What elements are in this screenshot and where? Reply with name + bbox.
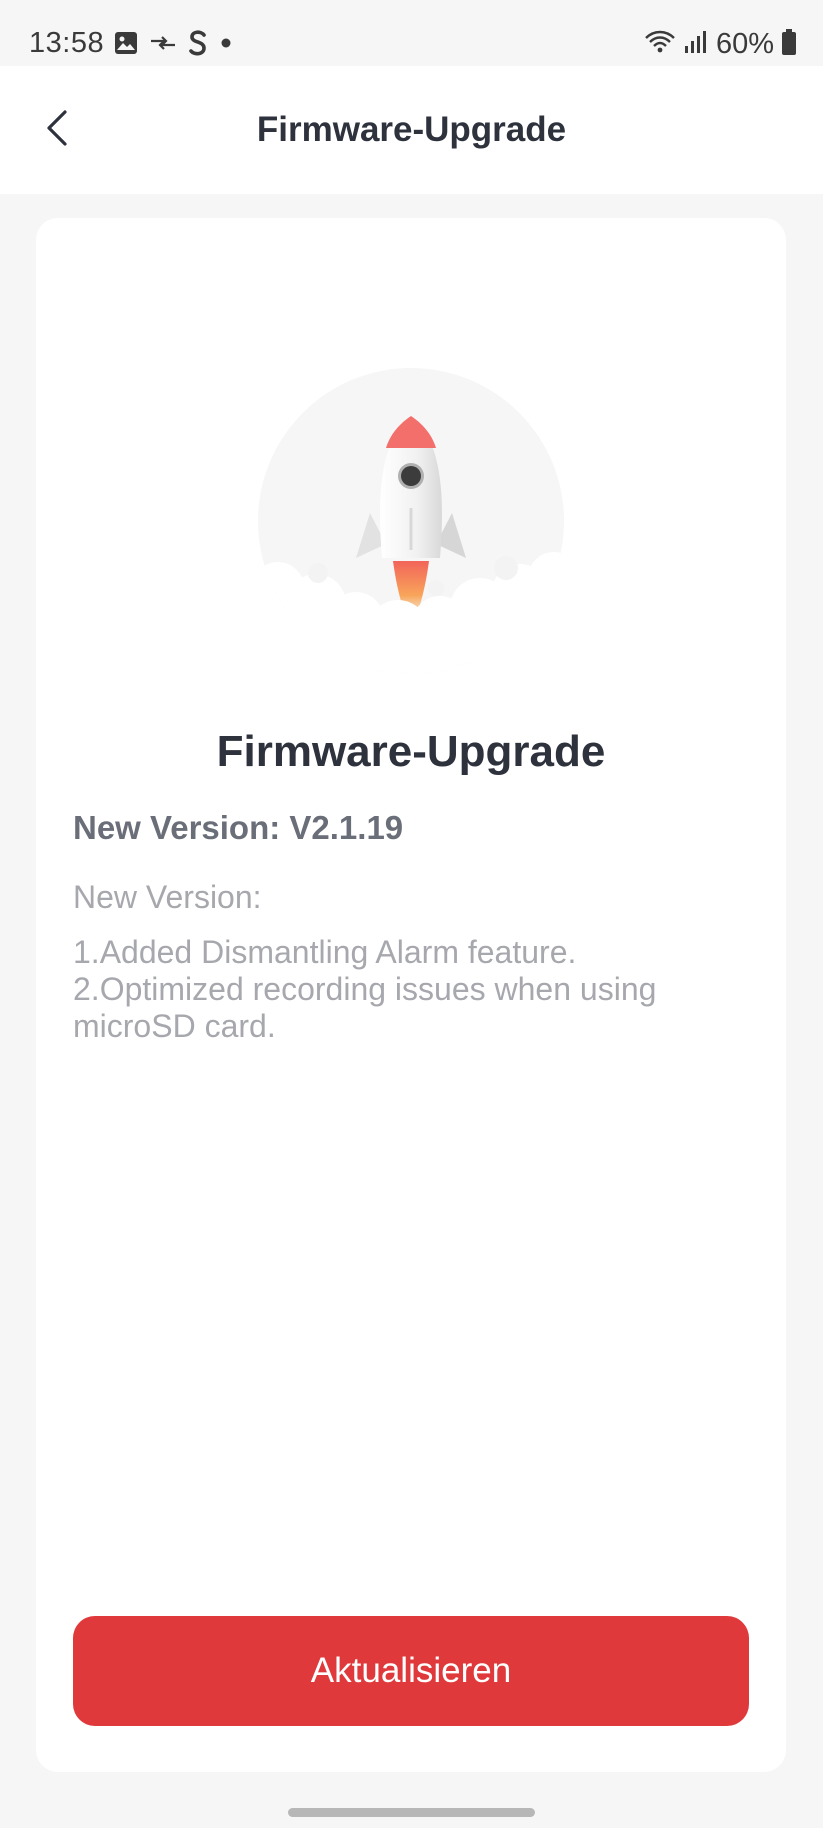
card-title: Firmware-Upgrade [216,727,606,776]
firmware-card: Firmware-Upgrade New Version: V2.1.19 Ne… [36,218,786,1772]
rocket-icon [258,368,564,674]
battery-icon [782,28,796,60]
rocket-illustration [258,368,564,674]
new-version-label: New Version: V2.1.19 [73,809,404,846]
battery-percent: 60% [715,27,774,60]
app-s-icon [188,29,208,61]
image-icon [114,31,138,60]
status-icons-right: 60% [644,27,796,60]
release-notes-heading: New Version: [73,879,262,915]
status-bar: 13:58 60% [0,0,823,66]
release-note-item: 2.Optimized recording issues when using … [73,971,657,1044]
release-notes-list: 1.Added Dismantling Alarm feature. 2.Opt… [73,934,733,1045]
app-bar-title: Firmware-Upgrade [256,110,567,149]
app-bar: Firmware-Upgrade [0,66,823,194]
signal-icon [684,30,708,59]
status-icons-left [114,29,232,61]
status-time: 13:58 [29,27,105,59]
update-button[interactable]: Aktualisieren [73,1616,749,1726]
home-indicator[interactable] [288,1808,535,1817]
transfer-icon [150,33,176,58]
wifi-icon [644,29,676,60]
release-note-item: 1.Added Dismantling Alarm feature. [73,934,577,970]
dot-icon [220,36,232,54]
